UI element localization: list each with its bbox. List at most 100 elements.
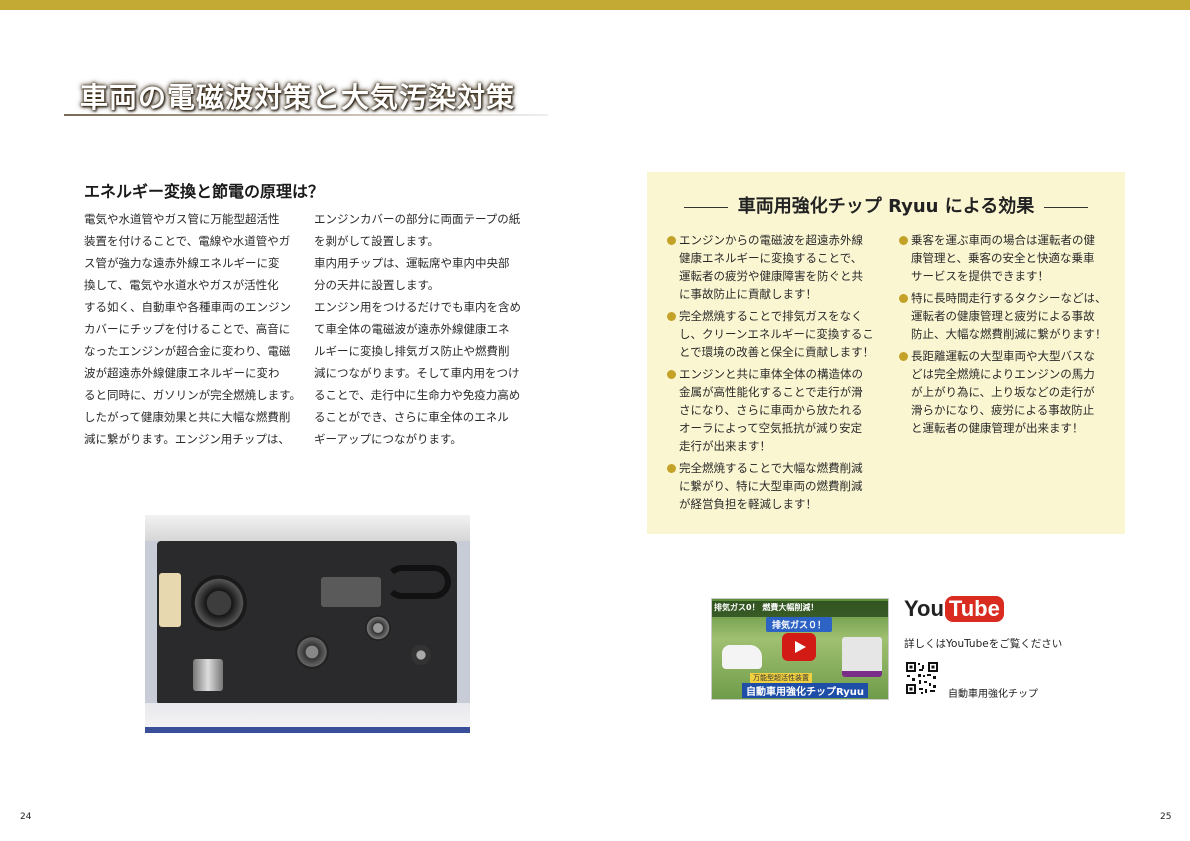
effect-line-text: 長距離運転の大型車両や大型バスな (911, 349, 1095, 363)
effect-line-text: エンジンと共に車体全体の構造体の (679, 367, 863, 381)
text-line: を剥がして設置します。 (314, 234, 440, 248)
bullet-icon (667, 236, 676, 245)
title-dash-right (1044, 206, 1089, 208)
effects-column-2: 乗客を運ぶ車両の場合は運転者の健 康管理と、乗客の安全と快適な乗車 サービスを提供で… (899, 231, 1113, 441)
effect-line: し、クリーンエネルギーに変換するこ (667, 325, 881, 343)
bullet-icon (667, 464, 676, 473)
effect-line: が上がり為に、上り坂などの走行が (899, 383, 1113, 401)
effect-line: さになり、さらに車両から放たれる (667, 401, 881, 419)
bullet-icon (899, 236, 908, 245)
pulley (295, 635, 329, 669)
effect-line-text: に事故防止に貢献します！ (679, 287, 817, 301)
text-line: ることで、走行中に生命力や免疫力高め (314, 388, 521, 402)
text-line: エンジン用をつけるだけでも車内を含め (314, 300, 521, 314)
body-stripe (145, 727, 470, 733)
qr-code-label: 自動車用強化チップ (948, 689, 1038, 700)
coolant-tank (159, 573, 181, 627)
effects-title: 車両用強化チップ Ryuu による効果 (647, 192, 1125, 218)
page-number-left: 24 (20, 812, 32, 822)
effect-line: 運転者の疲労や健康障害を防ぐと共 (667, 267, 881, 285)
title-dash-left (683, 206, 728, 208)
section-heading: エネルギー変換と節電の原理は？ (84, 182, 325, 201)
intake-hose (385, 565, 451, 599)
text-line: ス管が強力な遠赤外線エネルギーに変 (84, 256, 280, 270)
effect-line: 康管理と、乗客の安全と快適な乗車 (899, 249, 1113, 267)
effect-line-text: 運転者の健康管理と疲労による事故 (911, 309, 1095, 323)
top-accent-bar (0, 0, 1190, 10)
effect-line-text: 健康エネルギーに変換することで、 (679, 251, 863, 265)
text-line: て車全体の電磁波が遠赤外線健康エネ (314, 322, 510, 336)
text-line: する如く、自動車や各種車両のエンジン (84, 300, 291, 314)
bullet-icon (667, 312, 676, 321)
effects-column-1: エンジンからの電磁波を超遠赤外線 健康エネルギーに変換することで、運転者の疲労や健… (667, 231, 881, 517)
effect-line-text: と運転者の健康管理が出来ます！ (911, 421, 1084, 435)
effect-item: 完全燃焼することで排気ガスをなく し、クリーンエネルギーに変換するこ とで環境の改善… (667, 307, 881, 361)
bullet-icon (667, 370, 676, 379)
effect-line: エンジンからの電磁波を超遠赤外線 (667, 231, 881, 249)
oil-filter (193, 659, 223, 691)
effect-line: 健康エネルギーに変換することで、 (667, 249, 881, 267)
text-line: したがって健康効果と共に大幅な燃費削 (84, 410, 291, 424)
effect-line: 長距離運転の大型車両や大型バスな (899, 347, 1113, 365)
pulley (365, 615, 391, 641)
text-line: 分の天井に設置します。 (314, 278, 440, 292)
effect-line-text: 滑らかになり、疲労による事故防止 (911, 403, 1095, 417)
effect-line: エンジンと共に車体全体の構造体の (667, 365, 881, 383)
effect-item: エンジンからの電磁波を超遠赤外線 健康エネルギーに変換することで、運転者の疲労や健… (667, 231, 881, 303)
text-line: ルギーに変換し排気ガス防止や燃費削 (314, 344, 510, 358)
text-line: カバーにチップを付けることで、高音に (84, 322, 291, 336)
effect-line-text: に繋がり、特に大型車両の燃費削減 (679, 479, 863, 493)
effects-panel: 車両用強化チップ Ryuu による効果 エンジンからの電磁波を超遠赤外線 健康エネ… (647, 172, 1125, 534)
pulley (411, 645, 431, 665)
bus-image (842, 637, 882, 677)
text-line: 減に繋がります。エンジン用チップは、 (84, 432, 290, 446)
effect-line-text: が経営負担を軽減します！ (679, 497, 817, 511)
thumbnail-subtitle: 万能型超活性装置 (750, 673, 812, 683)
effect-line: 走行が出来ます！ (667, 437, 881, 455)
body-text-column-1: 電気や水道管やガス管に万能型超活性 装置を付けることで、電線や水道管やガ ス管が強力… (84, 208, 298, 450)
effect-line: 特に長時間走行するタクシーなどは、 (899, 289, 1113, 307)
effect-line: に事故防止に貢献します！ (667, 285, 881, 303)
effect-item: 乗客を運ぶ車両の場合は運転者の健 康管理と、乗客の安全と快適な乗車 サービスを提供で… (899, 231, 1113, 285)
effect-line-text: 完全燃焼することで大幅な燃費削減 (679, 461, 863, 475)
effect-line: 運転者の健康管理と疲労による事故 (899, 307, 1113, 325)
youtube-caption: 詳しくはYouTubeをご覧ください (904, 638, 1063, 650)
effects-title-text: 車両用強化チップ Ryuu による効果 (737, 196, 1035, 217)
effect-line: に繋がり、特に大型車両の燃費削減 (667, 477, 881, 495)
effect-line-text: 康管理と、乗客の安全と快適な乗車 (911, 251, 1095, 265)
text-line: なったエンジンが超合金に変わり、電磁 (84, 344, 291, 358)
effect-line: オーラによって空気抵抗が減り安定 (667, 419, 881, 437)
effect-line: 完全燃焼することで排気ガスをなく (667, 307, 881, 325)
effect-line: どは完全燃焼によりエンジンの馬力 (899, 365, 1113, 383)
text-line: 波が超遠赤外線健康エネルギーに変わ (84, 366, 280, 380)
effect-line: と運転者の健康管理が出来ます！ (899, 419, 1113, 437)
youtube-video-thumbnail[interactable]: 排気ガス0！ 燃費大幅削減！ 排気ガス０！ 万能型超活性装置 自動車用強化チップ… (711, 598, 889, 700)
effect-line: 防止、大幅な燃費削減に繋がります！ (899, 325, 1113, 343)
text-line: エンジンカバーの部分に両面テープの紙 (314, 212, 521, 226)
qr-code-icon[interactable] (905, 661, 939, 695)
effect-line-text: 完全燃焼することで排気ガスをなく (679, 309, 863, 323)
effect-line-text: 金属が高性能化することで走行が滑 (679, 385, 863, 399)
effect-line-text: サービスを提供できます！ (911, 269, 1049, 283)
effect-line: が経営負担を軽減します！ (667, 495, 881, 513)
effect-line-text: 乗客を運ぶ車両の場合は運転者の健 (911, 233, 1095, 247)
effect-line-text: どは完全燃焼によりエンジンの馬力 (911, 367, 1095, 381)
effect-item: 特に長時間走行するタクシーなどは、運転者の健康管理と疲労による事故防止、大幅な燃… (899, 289, 1113, 343)
text-line: 電気や水道管やガス管に万能型超活性 (84, 212, 280, 226)
effect-line-text: とで環境の改善と保全に貢献します！ (679, 345, 875, 359)
effect-item: エンジンと共に車体全体の構造体の 金属が高性能化することで走行が滑さになり、さらに… (667, 365, 881, 455)
effect-line-text: エンジンからの電磁波を超遠赤外線 (679, 233, 863, 247)
youtube-logo-tube: Tube (944, 596, 1004, 622)
effect-item: 長距離運転の大型車両や大型バスな どは完全燃焼によりエンジンの馬力が上がり為に、上… (899, 347, 1113, 437)
effect-line: 完全燃焼することで大幅な燃費削減 (667, 459, 881, 477)
youtube-logo-icon[interactable]: You Tube (904, 596, 1004, 628)
bullet-icon (899, 294, 908, 303)
effect-line-text: オーラによって空気抵抗が減り安定 (679, 421, 863, 435)
text-line: 減につながります。そして車内用をつけ (314, 366, 520, 380)
play-icon[interactable] (782, 633, 816, 661)
hood-frame (145, 515, 470, 541)
effect-line-text: し、クリーンエネルギーに変換するこ (679, 327, 874, 341)
effect-line: 滑らかになり、疲労による事故防止 (899, 401, 1113, 419)
text-line: ると同時に、ガソリンが完全燃焼します。 (84, 388, 298, 402)
effect-line-text: 走行が出来ます！ (679, 439, 771, 453)
